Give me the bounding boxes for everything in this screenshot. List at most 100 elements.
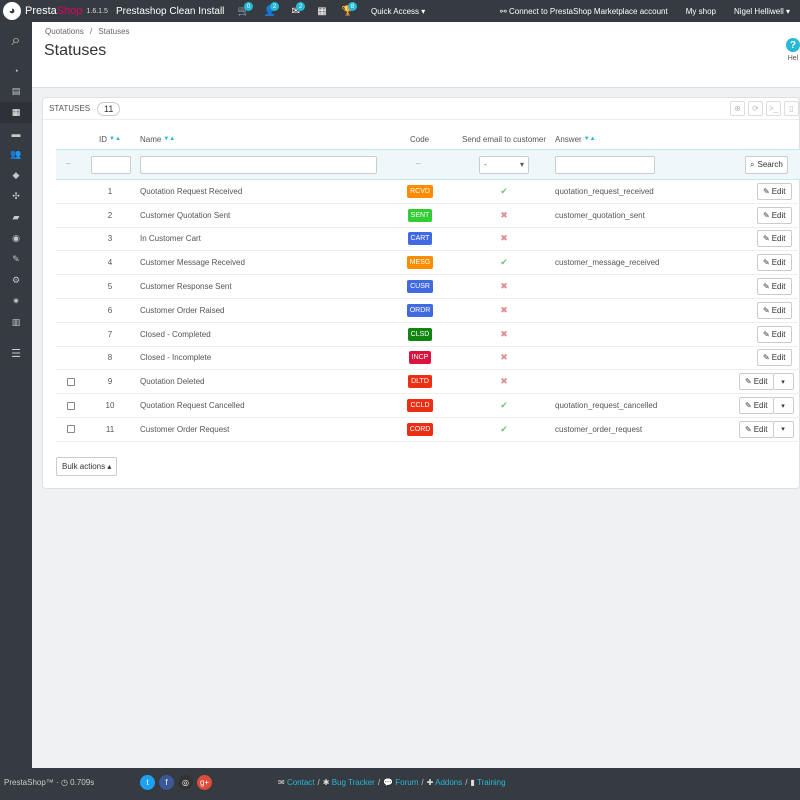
search-icon[interactable]: ⌕ <box>0 22 32 60</box>
table-row[interactable]: 2 Customer Quotation Sent SENT ✖ customer_qu… <box>56 204 800 228</box>
prestashop-logo[interactable]: ◕ Presta Shop 1.6.1.5 <box>0 2 112 20</box>
catalog-icon[interactable]: ▤ <box>0 81 32 102</box>
edit-button[interactable]: ✎ Edit <box>739 420 774 438</box>
edit-button[interactable]: ✎ Edit <box>757 349 792 367</box>
table-row[interactable]: 5 Customer Response Sent CUSR ✖ ✎ Edit <box>56 275 800 299</box>
check-icon[interactable]: ✔ <box>500 424 508 435</box>
footer-link-label[interactable]: Addons <box>435 778 462 787</box>
advanced-parameters-icon[interactable]: ⚙ <box>0 270 32 291</box>
customers-icon[interactable]: 👥 <box>0 144 32 165</box>
footer-link-training[interactable]: ▮ Training <box>470 778 505 787</box>
calculator-notification[interactable]: ▦ <box>309 0 335 22</box>
localization-icon[interactable]: ◉ <box>0 228 32 249</box>
footer-link-label[interactable]: Contact <box>287 778 315 787</box>
footer-link-label[interactable]: Forum <box>395 778 418 787</box>
edit-button[interactable]: ✎ Edit <box>757 325 792 343</box>
search-button[interactable]: ⌕ Search <box>745 155 788 174</box>
row-actions-dropdown[interactable]: ▾ <box>773 373 794 391</box>
stats-icon[interactable]: ▥ <box>0 312 32 333</box>
table-row[interactable]: 9 Quotation Deleted DLTD ✖ ✎ Edit ▾ <box>56 370 800 395</box>
user-menu[interactable]: Nigel Helliwell ▾ <box>734 7 790 16</box>
edit-button[interactable]: ✎ Edit <box>739 373 774 391</box>
trophy-notification[interactable]: 🏆 8 <box>335 0 361 22</box>
marketplace-label: Connect to PrestaShop Marketplace accoun… <box>508 6 668 16</box>
column-name[interactable]: Name ▼▲ <box>140 130 175 148</box>
table-row[interactable]: 6 Customer Order Raised ORDR ✖ ✎ Edit <box>56 299 800 323</box>
edit-label: Edit <box>753 401 768 411</box>
cross-icon[interactable]: ✖ <box>500 329 508 340</box>
footer-link-label[interactable]: Bug Tracker <box>332 778 375 787</box>
table-row[interactable]: 1 Quotation Request Received RCVD ✔ quotatio… <box>56 180 800 204</box>
row-actions-dropdown[interactable]: ▾ <box>773 397 794 415</box>
table-row[interactable]: 4 Customer Message Received MESG ✔ customer_… <box>56 251 800 276</box>
table-row[interactable]: 8 Closed - Incomplete INCP ✖ ✎ Edit <box>56 347 800 371</box>
quotations-icon[interactable]: ▦ <box>0 102 32 123</box>
trash-icon[interactable]: ▯ <box>784 101 799 116</box>
footer-link-contact[interactable]: ✉ Contact <box>278 778 315 787</box>
filter-id-input[interactable] <box>91 155 131 174</box>
user-notification[interactable]: 👤 2 <box>257 0 283 22</box>
administration-icon[interactable]: ✷ <box>0 291 32 312</box>
status-code-badge: CCLD <box>407 399 433 413</box>
edit-button[interactable]: ✎ Edit <box>757 278 792 296</box>
cross-icon[interactable]: ✖ <box>500 305 508 316</box>
facebook-icon[interactable]: f <box>159 775 174 790</box>
table-row[interactable]: 10 Quotation Request Cancelled CCLD ✔ quotat… <box>56 394 800 418</box>
modules-icon[interactable]: ✣ <box>0 186 32 207</box>
shipping-icon[interactable]: ▰ <box>0 207 32 228</box>
table-row[interactable]: 11 Customer Order Request CORD ✔ customer_or… <box>56 418 800 442</box>
edit-button[interactable]: ✎ Edit <box>739 397 774 415</box>
google-plus-icon[interactable]: g+ <box>197 775 212 790</box>
row-checkbox[interactable] <box>67 425 75 434</box>
edit-button[interactable]: ✎ Edit <box>757 182 792 200</box>
preferences-icon[interactable]: ✎ <box>0 249 32 270</box>
check-icon[interactable]: ✔ <box>500 257 508 268</box>
filter-answer-input[interactable] <box>555 155 655 174</box>
edit-button[interactable]: ✎ Edit <box>757 230 792 248</box>
footer-link-label[interactable]: Training <box>477 778 506 787</box>
my-shop-link[interactable]: My shop <box>686 7 716 16</box>
edit-button[interactable]: ✎ Edit <box>757 206 792 224</box>
footer-link-forum[interactable]: 💬 Forum <box>383 778 418 787</box>
edit-button[interactable]: ✎ Edit <box>757 301 792 319</box>
envelope-notification[interactable]: ✉ 2 <box>283 0 309 22</box>
menu-toggle-icon[interactable]: ☰ <box>0 343 32 364</box>
price-rules-icon[interactable]: ◆ <box>0 165 32 186</box>
table-row[interactable]: 7 Closed - Completed CLSD ✖ ✎ Edit <box>56 323 800 347</box>
cross-icon[interactable]: ✖ <box>500 376 508 387</box>
cross-icon[interactable]: ✖ <box>500 210 508 221</box>
twitter-icon[interactable]: t <box>140 775 155 790</box>
shop-name[interactable]: Prestashop Clean Install <box>116 6 231 17</box>
dashboard-icon[interactable]: ◔ <box>0 60 32 81</box>
cross-icon[interactable]: ✖ <box>500 352 508 363</box>
check-icon[interactable]: ✔ <box>500 400 508 411</box>
marketplace-link[interactable]: ⚯ Connect to PrestaShop Marketplace acco… <box>500 7 668 16</box>
refresh-icon[interactable]: ⟳ <box>748 101 763 116</box>
filter-name-input[interactable] <box>140 155 377 174</box>
edit-button[interactable]: ✎ Edit <box>757 254 792 272</box>
sort-icon[interactable]: ▼▲ <box>584 136 596 142</box>
sql-icon[interactable]: >_ <box>766 101 781 116</box>
help-button[interactable]: ? Hel <box>786 38 800 62</box>
breadcrumb-parent[interactable]: Quotations <box>45 27 84 36</box>
add-icon[interactable]: ⊕ <box>730 101 745 116</box>
row-checkbox[interactable] <box>67 401 75 410</box>
check-icon[interactable]: ✔ <box>500 186 508 197</box>
sort-icon[interactable]: ▼▲ <box>163 136 175 142</box>
filter-email-select[interactable]: - ▾ <box>479 155 529 174</box>
bulk-actions-button[interactable]: Bulk actions ▴ <box>56 457 118 476</box>
quick-access-menu[interactable]: Quick Access ▾ <box>371 7 425 16</box>
github-icon[interactable]: ◎ <box>178 775 193 790</box>
row-checkbox[interactable] <box>67 377 75 386</box>
payment-icon[interactable]: ▬ <box>0 123 32 144</box>
column-answer[interactable]: Answer ▼▲ <box>555 130 596 148</box>
table-row[interactable]: 3 In Customer Cart CART ✖ ✎ Edit <box>56 228 800 252</box>
sort-icon[interactable]: ▼▲ <box>109 136 121 142</box>
footer-link-bug-tracker[interactable]: ✱ Bug Tracker <box>323 778 375 787</box>
row-actions-dropdown[interactable]: ▾ <box>773 420 794 438</box>
column-id[interactable]: ID ▼▲ <box>99 130 121 148</box>
cross-icon[interactable]: ✖ <box>500 233 508 244</box>
footer-link-addons[interactable]: ✚ Addons <box>427 778 463 787</box>
cross-icon[interactable]: ✖ <box>500 281 508 292</box>
cart-notification[interactable]: 🛒 0 <box>231 0 257 22</box>
